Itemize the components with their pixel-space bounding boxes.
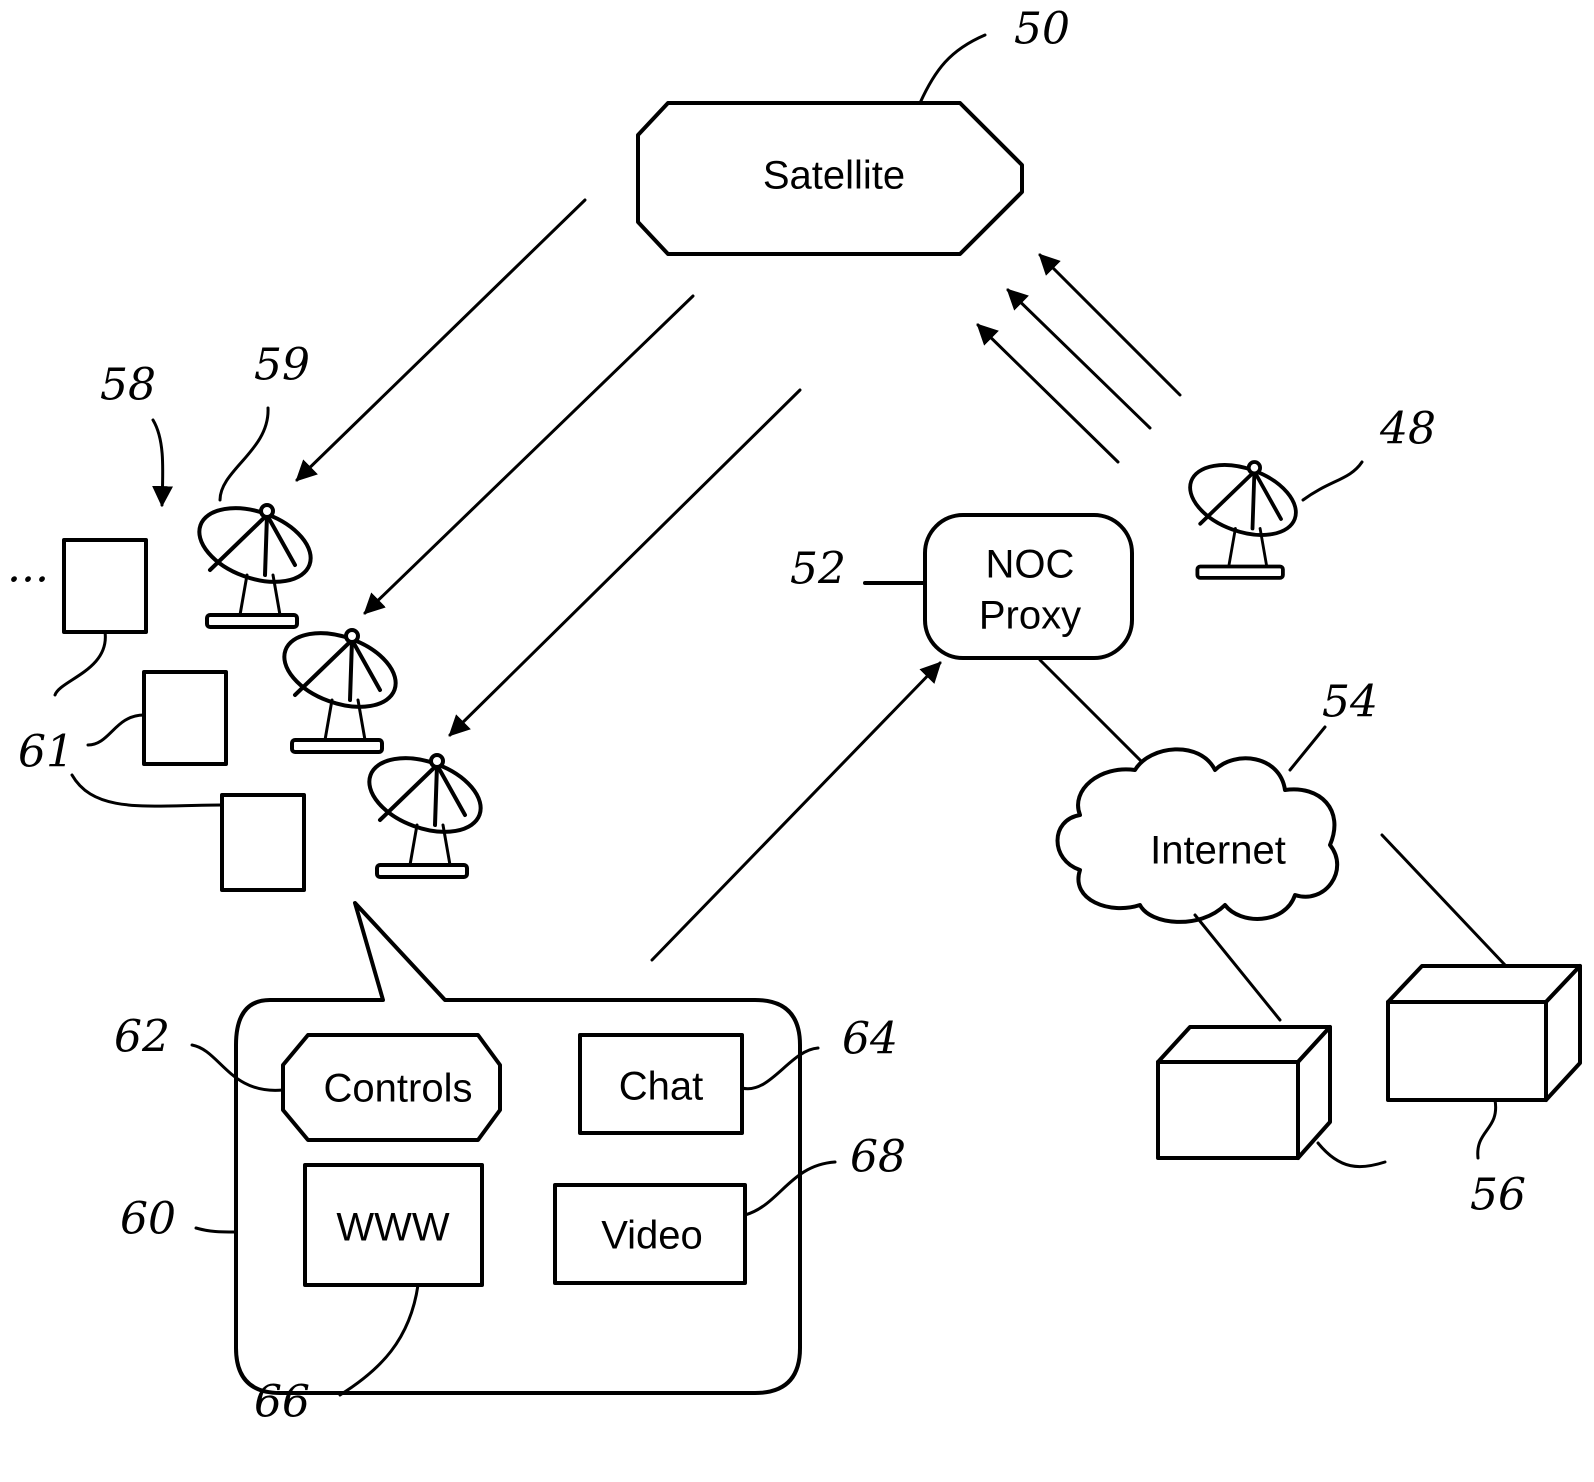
www-label: WWW — [336, 1206, 450, 1250]
ref-60: 60 — [120, 1194, 176, 1245]
return-arrow — [650, 661, 942, 962]
internet-cloud: Internet 54 — [1055, 677, 1378, 924]
user-dish-icon-2 — [272, 617, 408, 754]
chat-label: Chat — [619, 1065, 704, 1109]
ref-62: 62 — [114, 1012, 170, 1063]
ref-58: 58 — [100, 360, 156, 411]
noc-internet-link — [1038, 658, 1152, 772]
video-label: Video — [601, 1214, 703, 1258]
controls-label: Controls — [324, 1067, 473, 1111]
ref-61: 61 — [18, 727, 74, 778]
ref-68: 68 — [850, 1132, 906, 1183]
ref-52: 52 — [790, 544, 846, 595]
continuation-dots: ... — [7, 542, 49, 593]
proxy-label: Proxy — [979, 594, 1081, 638]
satellite-label: Satellite — [763, 154, 905, 198]
uplink-arrows — [976, 253, 1182, 464]
noc-label: NOC — [986, 543, 1075, 587]
ref-66: 66 — [254, 1377, 310, 1428]
ref-59: 59 — [254, 340, 310, 391]
user-terminal-1 — [62, 538, 148, 634]
server-box-2 — [1386, 964, 1582, 1102]
ref-54: 54 — [1322, 677, 1378, 728]
satellite-node: Satellite 50 — [636, 4, 1070, 256]
user-dish-icon-3 — [357, 742, 493, 879]
www-button[interactable]: WWW — [303, 1163, 484, 1287]
ref-50: 50 — [1014, 4, 1070, 55]
internet-label: Internet — [1150, 829, 1286, 873]
network-diagram: Satellite 50 48 NOC Proxy 52 Internet 54 — [7, 4, 1582, 1428]
server-box-1 — [1156, 1025, 1332, 1160]
noc-proxy-node: NOC Proxy 52 — [790, 513, 1134, 660]
ref-56: 56 — [1470, 1170, 1526, 1221]
ui-panel: 60 — [120, 901, 802, 1395]
ref-64: 64 — [842, 1014, 898, 1065]
ref-48: 48 — [1379, 404, 1436, 455]
controls-button[interactable]: Controls — [281, 1033, 502, 1142]
user-terminal-2 — [142, 670, 228, 766]
user-terminal-3 — [220, 793, 306, 892]
uplink-dish-icon: 48 — [1178, 404, 1436, 580]
internet-server1-link — [1193, 913, 1282, 1022]
user-dish-icon-1 — [187, 492, 323, 629]
internet-server2-link — [1380, 833, 1507, 967]
chat-button[interactable]: Chat — [578, 1033, 744, 1135]
video-button[interactable]: Video — [553, 1183, 747, 1285]
